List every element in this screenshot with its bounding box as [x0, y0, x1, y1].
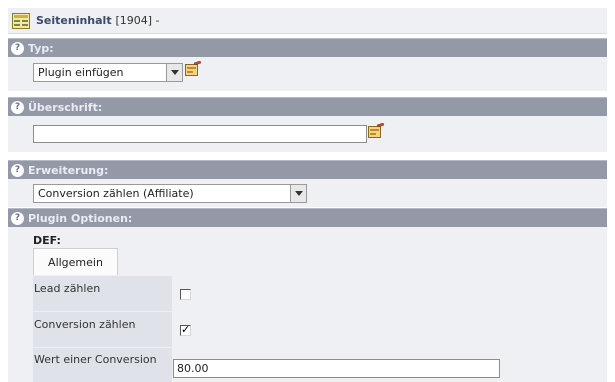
page-title-meta: [1904] - [115, 14, 160, 27]
section-label-ueberschrift: Überschrift: [28, 100, 103, 114]
lead-checkbox[interactable] [180, 289, 191, 300]
section-label-typ: Typ: [28, 41, 54, 55]
section-label-erweiterung: Erweiterung: [28, 163, 109, 177]
edit-record-icon[interactable] [185, 61, 202, 76]
wert-input[interactable]: 80.00 [173, 359, 500, 378]
page-header: Seiteninhalt [1904] - [8, 8, 607, 34]
section-body-ueberschrift [8, 116, 607, 152]
help-icon[interactable]: ? [11, 41, 24, 55]
section-header-ueberschrift: ? Überschrift: [8, 97, 607, 116]
content-page-icon [12, 12, 30, 29]
erweiterung-select-value: Conversion zählen (Affiliate) [38, 187, 194, 200]
conversion-checkbox[interactable] [180, 323, 191, 336]
section-body-erweiterung: Conversion zählen (Affiliate) [8, 179, 607, 207]
section-header-erweiterung: ? Erweiterung: [8, 160, 607, 179]
chevron-down-icon[interactable] [166, 64, 182, 81]
tab-allgemein-label: Allgemein [48, 255, 103, 269]
def-label: DEF: [33, 234, 61, 247]
wert-label: Wert einer Conversion [34, 353, 157, 366]
section-header-typ: ? Typ: [8, 38, 607, 57]
lead-label-cell: Lead zählen [33, 276, 172, 311]
typ-select[interactable]: Plugin einfügen [33, 63, 183, 82]
help-icon[interactable]: ? [11, 211, 24, 225]
edit-record-icon[interactable] [368, 123, 385, 138]
lead-label: Lead zählen [34, 282, 101, 295]
chevron-down-icon[interactable] [290, 185, 306, 202]
conversion-label-cell: Conversion zählen [33, 312, 172, 347]
erweiterung-select[interactable]: Conversion zählen (Affiliate) [33, 184, 307, 203]
conversion-label: Conversion zählen [34, 318, 136, 331]
section-body-typ: Plugin einfügen [8, 57, 607, 91]
wert-label-cell: Wert einer Conversion [33, 348, 172, 382]
help-icon[interactable]: ? [11, 163, 24, 177]
help-icon[interactable]: ? [11, 100, 24, 114]
section-header-plugin-optionen: ? Plugin Optionen: [8, 208, 607, 227]
wert-input-value: 80.00 [177, 362, 209, 375]
page-title-text: Seiteninhalt [36, 14, 112, 27]
typ-select-value: Plugin einfügen [38, 66, 124, 79]
tab-allgemein[interactable]: Allgemein [33, 248, 118, 275]
section-label-plugin-optionen: Plugin Optionen: [28, 211, 133, 225]
ueberschrift-input[interactable] [33, 125, 367, 143]
page-title: Seiteninhalt [1904] - [36, 14, 159, 27]
